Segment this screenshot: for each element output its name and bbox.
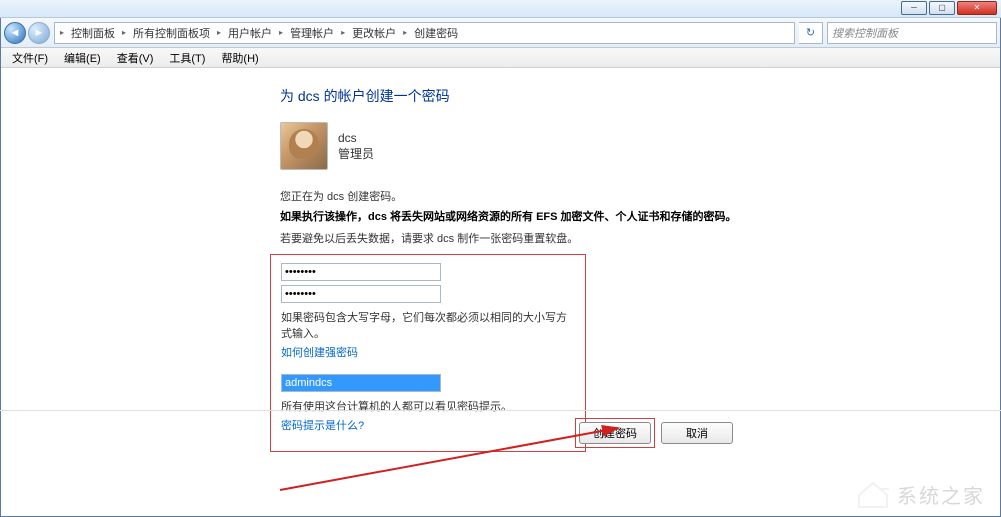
- highlighted-form-box: 如果密码包含大写字母，它们每次都必须以相同的大小写方式输入。 如何创建强密码 所…: [270, 254, 586, 452]
- password-hint-input[interactable]: [281, 374, 441, 392]
- user-block: dcs 管理员: [280, 122, 740, 170]
- new-password-input[interactable]: [281, 263, 441, 281]
- refresh-button[interactable]: ↻: [799, 22, 823, 44]
- create-password-button[interactable]: 创建密码: [579, 422, 651, 444]
- maximize-button[interactable]: ▢: [929, 1, 955, 15]
- crumb-control-panel[interactable]: 控制面板: [65, 23, 121, 43]
- nav-arrows: ◄ ►: [4, 22, 50, 44]
- minimize-button[interactable]: ─: [901, 1, 927, 15]
- close-button[interactable]: ✕: [957, 1, 997, 15]
- menu-tools[interactable]: 工具(T): [161, 48, 213, 67]
- what-is-hint-link[interactable]: 密码提示是什么?: [281, 417, 364, 433]
- menu-help[interactable]: 帮助(H): [213, 48, 266, 67]
- breadcrumb[interactable]: ▸ 控制面板 ▸ 所有控制面板项 ▸ 用户帐户 ▸ 管理帐户 ▸ 更改帐户 ▸ …: [54, 22, 795, 44]
- watermark-house-icon: [855, 479, 891, 509]
- divider: [0, 410, 1001, 411]
- avatar: [280, 122, 328, 170]
- window-controls: ─ ▢ ✕: [899, 1, 997, 15]
- username-label: dcs: [338, 131, 374, 145]
- watermark: 系统之家: [855, 479, 985, 509]
- menu-file[interactable]: 文件(F): [4, 48, 56, 67]
- user-meta: dcs 管理员: [338, 131, 374, 162]
- nav-row: ◄ ► ▸ 控制面板 ▸ 所有控制面板项 ▸ 用户帐户 ▸ 管理帐户 ▸ 更改帐…: [0, 18, 1001, 48]
- button-row: 创建密码 取消: [575, 418, 733, 448]
- back-button[interactable]: ◄: [4, 22, 26, 44]
- page-inner: 为 dcs 的帐户创建一个密码 dcs 管理员 您正在为 dcs 创建密码。 如…: [280, 86, 740, 452]
- search-input[interactable]: 搜索控制面板: [827, 22, 997, 44]
- watermark-text: 系统之家: [897, 480, 985, 509]
- crumb-all-items[interactable]: 所有控制面板项: [127, 23, 216, 43]
- confirm-password-input[interactable]: [281, 285, 441, 303]
- titlebar: ─ ▢ ✕: [0, 0, 1001, 18]
- menubar: 文件(F) 编辑(E) 查看(V) 工具(T) 帮助(H): [0, 48, 1001, 68]
- caps-hint-text: 如果密码包含大写字母，它们每次都必须以相同的大小写方式输入。: [281, 309, 575, 341]
- menu-edit[interactable]: 编辑(E): [56, 48, 109, 67]
- search-placeholder: 搜索控制面板: [832, 25, 898, 41]
- menu-view[interactable]: 查看(V): [109, 48, 162, 67]
- cancel-button[interactable]: 取消: [661, 422, 733, 444]
- hint-description: 所有使用这台计算机的人都可以看见密码提示。: [281, 398, 575, 414]
- info-line-3: 若要避免以后丢失数据，请要求 dcs 制作一张密码重置软盘。: [280, 230, 740, 246]
- create-button-highlight: 创建密码: [575, 418, 655, 448]
- forward-button[interactable]: ►: [28, 22, 50, 44]
- user-role-label: 管理员: [338, 145, 374, 162]
- crumb-manage-accounts[interactable]: 管理帐户: [284, 23, 340, 43]
- info-line-1: 您正在为 dcs 创建密码。: [280, 188, 740, 204]
- crumb-user-accounts[interactable]: 用户帐户: [222, 23, 278, 43]
- crumb-create-password[interactable]: 创建密码: [408, 23, 464, 43]
- content-area: 为 dcs 的帐户创建一个密码 dcs 管理员 您正在为 dcs 创建密码。 如…: [0, 68, 1001, 452]
- crumb-change-account[interactable]: 更改帐户: [346, 23, 402, 43]
- strong-password-link[interactable]: 如何创建强密码: [281, 344, 358, 360]
- info-line-2: 如果执行该操作，dcs 将丢失网站或网络资源的所有 EFS 加密文件、个人证书和…: [280, 208, 740, 224]
- page-title: 为 dcs 的帐户创建一个密码: [280, 86, 740, 106]
